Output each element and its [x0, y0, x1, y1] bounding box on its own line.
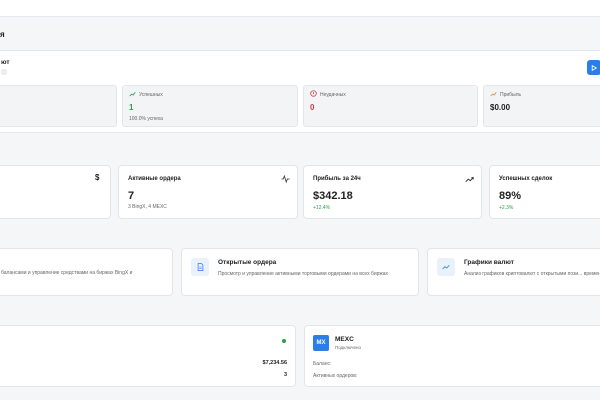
stat-label-profit: Прибыль — [500, 92, 522, 98]
page-title: я — [0, 30, 5, 39]
top-bar — [0, 0, 600, 17]
kpi-sub: +12.4% — [313, 205, 331, 211]
bot-panel-chip — [1, 69, 7, 75]
stat-box-total — [0, 85, 117, 127]
exchange-orders-label: Активных ордеров: — [313, 373, 358, 379]
feature-card-open-orders[interactable]: Открытые ордера Просмотр и управление ак… — [181, 248, 419, 296]
stat-box-success: Успешных 1 100.0% успеха — [122, 85, 298, 127]
exchange-orders-value: 3 — [283, 372, 287, 378]
feature-desc: Просмотр и управление активными торговым… — [218, 271, 389, 277]
exchange-balance-value: $7,234.56 — [262, 360, 287, 366]
dollar-icon: $ — [95, 173, 100, 182]
bot-panel-title: ют — [1, 59, 10, 66]
feature-desc: балансами и управление средствами на бир… — [1, 270, 133, 276]
stat-label-failed: Неудачных — [320, 92, 346, 98]
status-dot — [282, 339, 286, 343]
kpi-value: $342.18 — [313, 190, 353, 202]
kpi-sub: 3 BingX, 4 MEXC — [128, 204, 167, 210]
kpi-title: Успешных сделок — [499, 176, 553, 182]
trend-up-icon — [129, 91, 136, 97]
exchange-card-bingx: $7,234.56 3 — [0, 325, 296, 387]
stat-value-failed: 0 — [310, 103, 315, 112]
kpi-value: 89% — [499, 190, 522, 202]
stat-label-success: Успешных — [139, 92, 163, 98]
activity-icon — [281, 175, 290, 183]
feature-card-balances[interactable]: балансами и управление средствами на бир… — [0, 248, 173, 296]
feature-card-charts[interactable]: Графики валют Анализ графиков криптовалю… — [427, 248, 600, 296]
trend-up-icon — [465, 177, 474, 183]
exchange-status: Подключено — [335, 345, 362, 350]
kpi-title: Прибыль за 24ч — [313, 176, 361, 182]
alert-circle-icon — [310, 90, 317, 97]
kpi-card-balance: $ — [0, 165, 111, 219]
trend-up-icon — [490, 91, 497, 97]
stat-sub-success: 100.0% успеха — [129, 116, 163, 122]
run-button[interactable] — [587, 60, 600, 75]
stat-value-success: 1 — [129, 103, 134, 112]
exchange-name: MEXC — [335, 336, 354, 343]
feature-desc: Анализ графиков криптовалют с открытыми … — [464, 271, 600, 277]
exchange-balance-label: Баланс: — [313, 361, 332, 367]
stat-box-failed: Неудачных 0 — [303, 85, 478, 127]
kpi-title: Активные ордера — [128, 176, 181, 182]
play-icon — [591, 64, 597, 71]
kpi-sub: +2.3% — [499, 205, 514, 211]
stat-box-profit: Прибыль $0.00 — [483, 85, 600, 127]
exchange-logo: MX — [313, 335, 329, 351]
stat-value-profit: $0.00 — [490, 103, 511, 112]
kpi-value: 7 — [128, 190, 135, 202]
document-icon — [191, 258, 209, 276]
exchange-card-mexc: MX MEXC Подключено Баланс: Активных орде… — [304, 325, 600, 387]
chart-trend-icon — [437, 258, 455, 276]
feature-title: Графики валют — [464, 259, 514, 266]
kpi-card-profit-24h: Прибыль за 24ч $342.18 +12.4% — [303, 165, 482, 219]
kpi-card-success-rate: Успешных сделок 89% +2.3% — [489, 165, 600, 219]
kpi-card-active-orders: Активные ордера 7 3 BingX, 4 MEXC — [118, 165, 298, 219]
feature-title: Открытые ордера — [218, 259, 277, 266]
